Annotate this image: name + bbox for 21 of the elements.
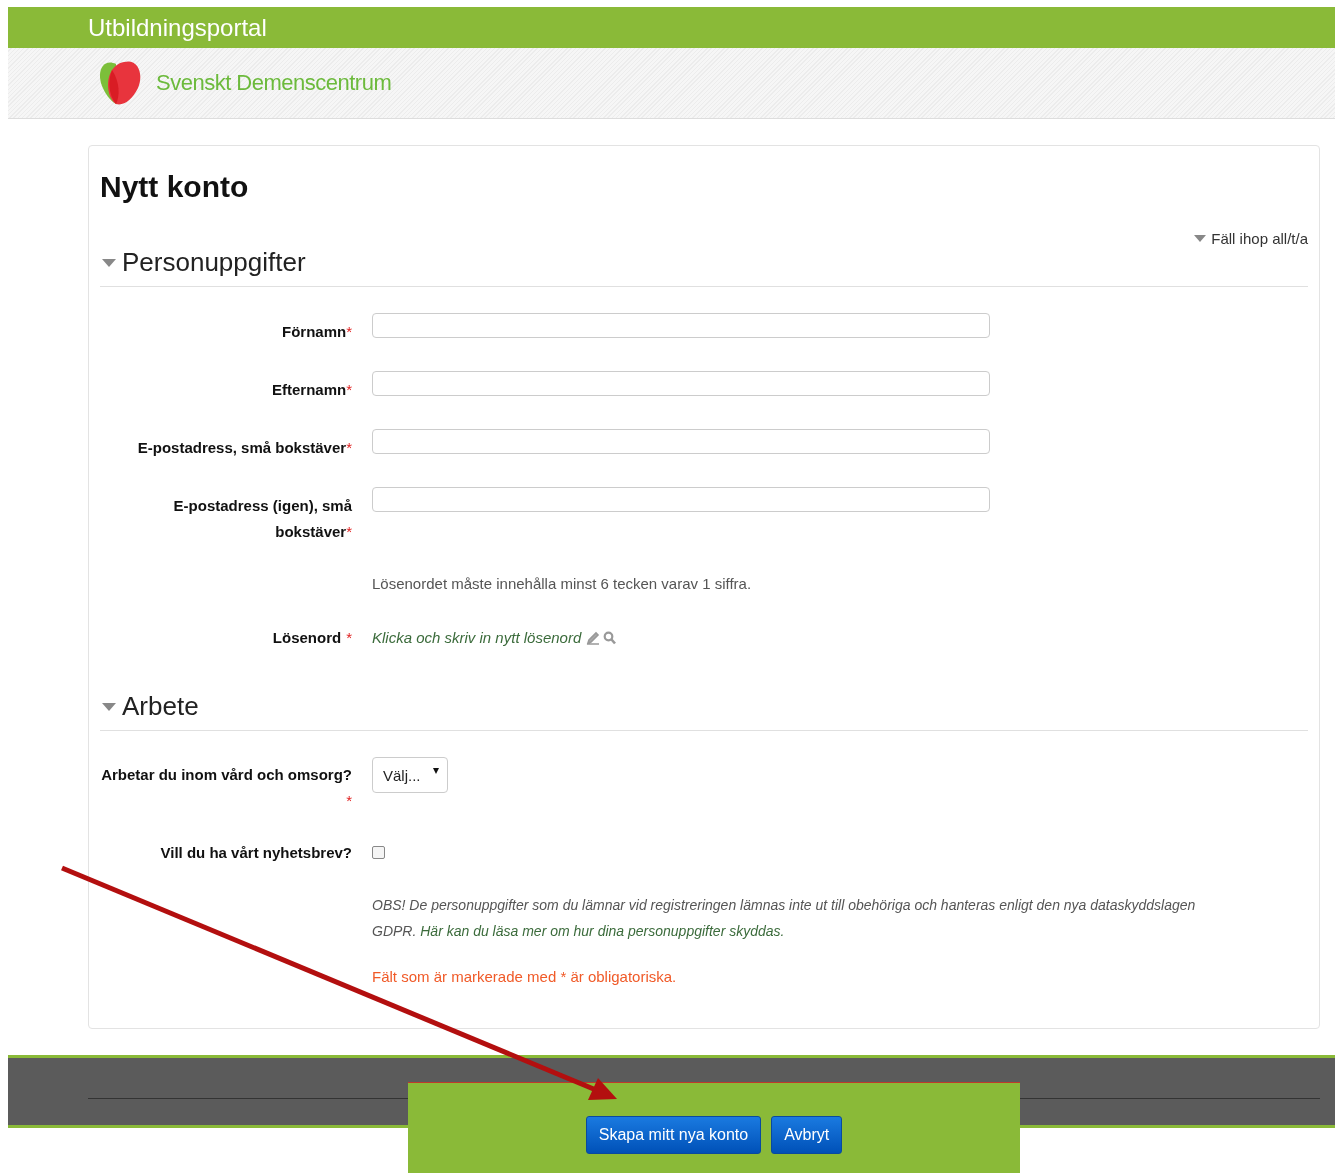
cancel-button[interactable]: Avbryt: [771, 1116, 843, 1154]
field-label: E-postadress, små bokstäver*: [137, 439, 352, 456]
help-text: Lösenordet måste innehålla minst 6 tecken varav 1 siffra.: [372, 574, 752, 594]
field-label: E-postadress (igen), små bokstäver*: [173, 497, 352, 540]
field-label: Arbetar du inom vård och omsorg? *: [101, 766, 352, 809]
password-link[interactable]: Klicka och skriv in nytt lösenord: [372, 625, 582, 651]
site-title: Utbildningsportal: [88, 13, 267, 42]
privacy-note: OBS! De personuppgifter som du lämnar vid registreringen lämnas inte ut till obehöriga och hanteras enligt den nya dataskyddslagen GDPR. Här kan du läsa mer om hur dina personuppgifter skyddas.: [372, 896, 1197, 941]
field-label: Efternamn*: [271, 381, 352, 398]
page-title: Nytt konto: [100, 170, 250, 204]
field-label: Lösenord *: [272, 629, 352, 646]
dropdown[interactable]: Välj...: [372, 757, 448, 793]
brand-name: Svenskt Demenscentrum: [156, 70, 392, 96]
field-label: Vill du ha vårt nyhetsbrev?: [160, 844, 352, 861]
section-heading[interactable]: Arbete: [122, 691, 199, 722]
required-fields-note: Fält som är markerade med * är obligatoriska.: [372, 968, 678, 985]
create-account-button[interactable]: Skapa mitt nya konto: [585, 1116, 762, 1154]
field-label: Förnamn*: [282, 323, 352, 340]
privacy-link[interactable]: Här kan du läsa mer om hur dina personuppgifter skyddas.: [420, 923, 785, 939]
collapse-all-link[interactable]: Fäll ihop all/t/a: [1194, 230, 1308, 247]
section-heading[interactable]: Personuppgifter: [122, 247, 306, 278]
